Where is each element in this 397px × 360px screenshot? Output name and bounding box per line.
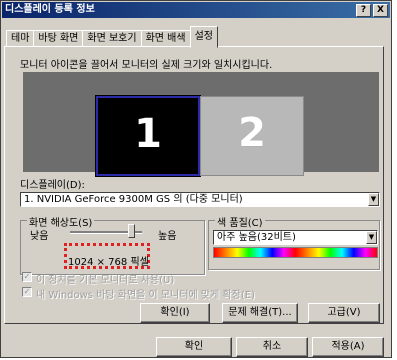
title-bar[interactable]: 디스플레이 등록 정보 ? X	[2, 2, 390, 18]
display-select[interactable]: 1. NVIDIA GeForce 9300M GS 의 (다중 모니터) ▼	[20, 192, 380, 207]
resolution-high-label: 높음	[158, 231, 177, 242]
monitor-1-number: 1	[134, 111, 162, 157]
resolution-low-label: 낮음	[30, 231, 49, 242]
display-label: 디스플레이(D):	[20, 180, 85, 191]
close-button[interactable]: X	[373, 4, 388, 17]
resolution-slider-thumb[interactable]	[128, 224, 135, 238]
monitor-1[interactable]: 1	[95, 95, 201, 177]
color-palette-bar	[213, 247, 378, 258]
chevron-down-icon[interactable]: ▼	[366, 231, 377, 244]
ok-button[interactable]: 확인	[156, 337, 232, 357]
extend-desktop-label: 내 Windows 바탕 화면을 이 모니터에 맞게 확장(E)	[36, 290, 256, 301]
color-quality-group: 색 품질(C)	[208, 214, 380, 270]
apply-button[interactable]: 적용(A)	[312, 337, 384, 357]
primary-monitor-checkbox[interactable]: ✓	[22, 272, 32, 282]
identify-button[interactable]: 확인(I)	[140, 303, 210, 323]
primary-monitor-label: 이 장치를 기본 모니터로 사용(U)	[36, 275, 175, 286]
chevron-down-icon[interactable]: ▼	[368, 193, 379, 206]
advanced-button[interactable]: 고급(V)	[308, 303, 380, 323]
troubleshoot-button[interactable]: 문제 해결(T)...	[222, 303, 298, 323]
window-title: 디스플레이 등록 정보	[5, 4, 95, 15]
color-quality-legend: 색 품질(C)	[215, 214, 265, 229]
help-button[interactable]: ?	[356, 4, 371, 17]
tab-screensaver[interactable]: 화면 보호기	[82, 30, 142, 47]
tab-theme[interactable]: 테마	[6, 30, 35, 47]
resolution-value: 1024 × 768 픽셀	[68, 257, 149, 268]
tab-desktop[interactable]: 바탕 화면	[33, 30, 84, 47]
extend-desktop-checkbox[interactable]: ✓	[22, 287, 32, 297]
color-quality-value: 아주 높음(32비트)	[217, 232, 296, 243]
monitor-arrangement-area: 1 2	[23, 72, 379, 177]
color-quality-select[interactable]: 아주 높음(32비트) ▼	[213, 230, 378, 245]
cancel-button[interactable]: 취소	[236, 337, 308, 357]
tab-settings[interactable]: 설정	[189, 26, 218, 48]
display-select-value: 1. NVIDIA GeForce 9300M GS 의 (다중 모니터)	[24, 194, 243, 205]
instruction-text: 모니터 아이콘을 끌어서 모니터의 실제 크기와 일치시킵니다.	[20, 60, 273, 71]
monitor-2[interactable]: 2	[200, 96, 304, 176]
tab-appearance[interactable]: 화면 배색	[140, 30, 191, 47]
monitor-2-number: 2	[238, 110, 266, 156]
